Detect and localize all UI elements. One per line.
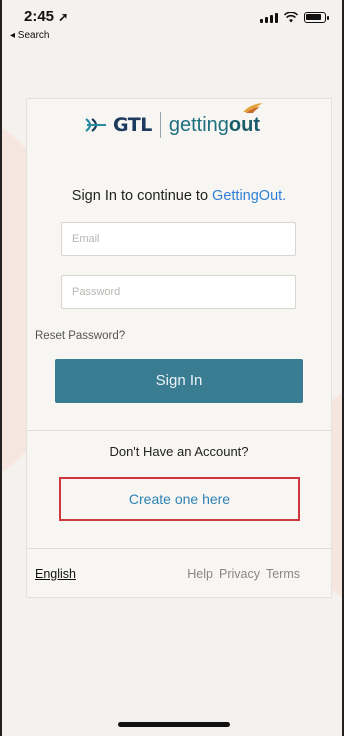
flag-swoosh-icon [243,102,263,113]
help-link[interactable]: Help [187,567,213,581]
battery-icon [304,12,329,23]
gettingout-logo-prefix: getting [168,113,229,136]
gettingout-logo: gettingout [168,102,263,137]
reset-password-link[interactable]: Reset Password? [35,330,125,342]
terms-link[interactable]: Terms [266,567,300,581]
footer: English Help Privacy Terms [35,567,300,581]
status-time: 2:45 ➚ [24,8,68,25]
email-field[interactable]: Email [61,222,296,256]
password-field[interactable]: Password [61,275,296,309]
gtl-swoosh-icon [85,118,106,132]
sign-in-button[interactable]: Sign In [55,359,303,403]
headline-text: Sign In to continue to [71,188,213,204]
location-arrow-icon: ➚ [58,10,69,24]
status-icons [260,12,329,23]
no-account-prompt: Don't Have an Account? [109,444,249,459]
privacy-link[interactable]: Privacy [219,567,260,581]
status-bar: 2:45 ➚ ◂ Search [2,0,342,50]
logo-row: GTL gettingout [2,102,342,138]
gtl-logo: GTL [84,114,152,136]
time-text: 2:45 [24,8,55,25]
headline-brand-link[interactable]: GettingOut. [212,188,286,204]
footer-links: Help Privacy Terms [187,567,300,581]
home-indicator[interactable] [118,722,230,727]
create-account-button[interactable]: Create one here [59,477,300,521]
phone-screen: 2:45 ➚ ◂ Search GTL gettingout Sign In t… [0,0,344,736]
back-to-search-link[interactable]: ◂ Search [10,30,49,41]
logo-divider [159,112,161,138]
gtl-logo-text: GTL [113,114,152,136]
language-selector[interactable]: English [35,567,76,581]
gettingout-logo-suffix: out [228,113,260,136]
divider [26,430,332,431]
cellular-signal-icon [260,13,278,23]
divider [26,548,332,549]
signin-card [26,98,332,598]
wifi-icon [284,12,298,23]
signin-headline: Sign In to continue to GettingOut. [26,188,332,204]
